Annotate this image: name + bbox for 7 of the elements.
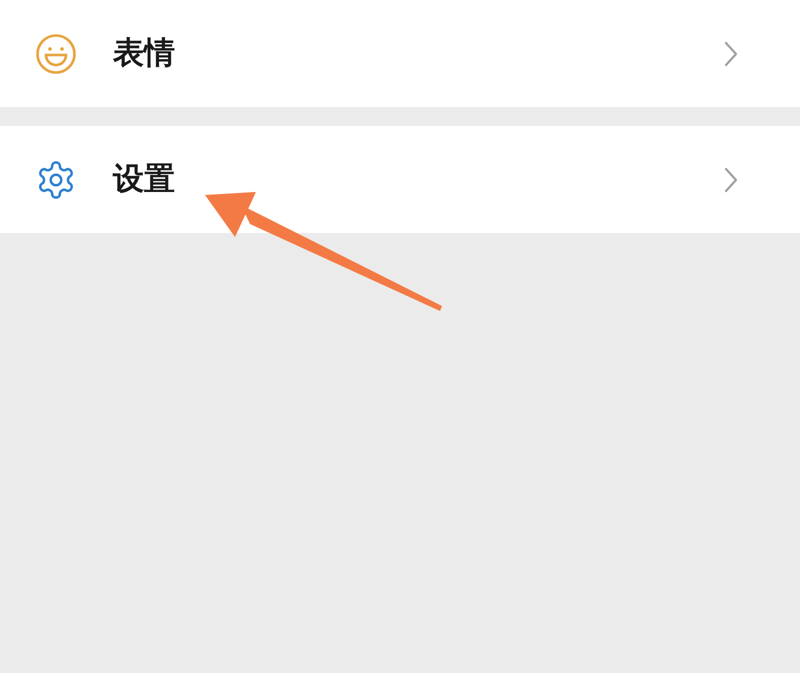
menu-item[interactable]: 设置	[0, 126, 800, 233]
smiley-icon	[35, 32, 77, 74]
menu-label: 表情	[113, 34, 175, 72]
menu-item[interactable]: 表情	[0, 0, 800, 107]
chevron-icon	[723, 166, 739, 194]
chevron-icon	[723, 40, 739, 68]
menu-label: 设置	[113, 160, 175, 198]
